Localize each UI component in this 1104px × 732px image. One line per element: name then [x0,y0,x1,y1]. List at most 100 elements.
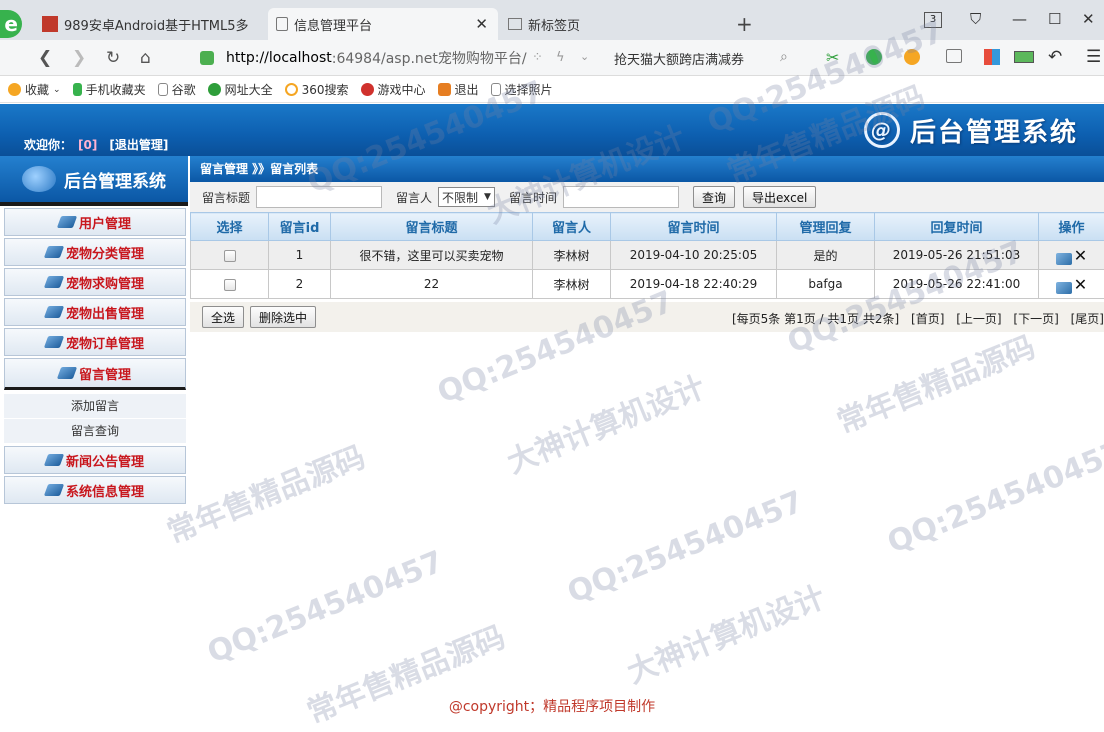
extensions-icon[interactable] [984,49,1000,65]
column-header[interactable]: 回复时间 [875,213,1039,241]
column-header: 操作 [1039,213,1104,241]
tab-android[interactable]: 989安卓Android基于HTML5多 [34,8,264,40]
back-icon[interactable]: ❮ [38,48,52,68]
select-all-button[interactable]: 全选 [202,306,244,328]
lightning-icon[interactable]: ϟ [556,50,565,65]
delete-selected-button[interactable]: 删除选中 [250,306,316,328]
page-favicon-icon [42,16,58,32]
minimize-icon[interactable]: — [1012,10,1027,28]
copyright: @copyright；精品程序项目制作 [0,696,1104,716]
system-title-banner: @ 后台管理系统 [864,108,1078,152]
undo-icon[interactable]: ↶ [1048,47,1062,67]
title-filter-input[interactable] [256,186,382,208]
system-title: 后台管理系统 [910,112,1078,149]
bookmarks-bar: 收藏⌄ 手机收藏夹 谷歌 网址大全 360搜索 游戏中心 退出 选择照片 [0,77,1104,103]
time-filter-input[interactable] [563,186,679,208]
tab-new[interactable]: 新标签页 [500,8,730,40]
bookmark-google[interactable]: 谷歌 [158,81,196,98]
grid-icon [508,18,522,30]
column-header[interactable]: 留言时间 [611,213,777,241]
sidebar-item-messages[interactable]: 留言管理 [4,358,186,390]
chevron-down-icon: ▼ [484,192,491,202]
sidebar-item-users[interactable]: 用户管理 [4,208,186,236]
sidebar-subitem-query-message[interactable]: 留言查询 [4,419,186,443]
battery-icon[interactable] [1014,51,1034,63]
bookmark-favorites[interactable]: 收藏⌄ [8,81,61,98]
menu-icon[interactable]: ☰ [1086,47,1101,67]
export-excel-button[interactable]: 导出excel [743,186,816,208]
bookmark-mobile[interactable]: 手机收藏夹 [73,81,146,98]
filter-bar: 留言标题 留言人 不限制▼ 留言时间 查询 导出excel [190,182,1104,212]
sidebar-item-pet-sale[interactable]: 宠物出售管理 [4,298,186,326]
shirt-icon[interactable]: ⛉ [970,10,981,28]
tab-count-badge[interactable]: 3 [924,12,942,28]
delete-icon[interactable]: ✕ [1074,246,1087,265]
cell-reply: bafga [777,270,875,299]
cell-reply: 是的 [777,241,875,270]
image-icon[interactable] [946,49,962,63]
table-row: 1 很不错，这里可以买卖宠物 李林树 2019-04-10 20:25:05 是… [191,241,1104,270]
pager-prev[interactable]: [上一页] [956,312,1001,326]
sidebar-item-pet-wanted[interactable]: 宠物求购管理 [4,268,186,296]
column-header[interactable]: 留言标题 [331,213,533,241]
sidebar: 后台管理系统 用户管理 宠物分类管理 宠物求购管理 宠物出售管理 宠物订单管理 … [0,156,188,722]
row-checkbox[interactable] [224,279,236,291]
author-filter-label: 留言人 [396,189,432,206]
bookmark-exit[interactable]: 退出 [438,81,479,98]
sidebar-item-pet-orders[interactable]: 宠物订单管理 [4,328,186,356]
menu-folder-icon [57,216,77,228]
browser-logo-icon: e [0,10,22,38]
delete-icon[interactable]: ✕ [1074,275,1087,294]
bookmark-360search[interactable]: 360搜索 [285,81,349,98]
pager-first[interactable]: [首页] [911,312,944,326]
maximize-icon[interactable]: ☐ [1048,10,1061,28]
chevron-down-icon[interactable]: ⌄ [580,50,589,63]
username: [0] [78,138,97,152]
column-header[interactable]: 留言id [269,213,331,241]
bookmark-games[interactable]: 游戏中心 [361,81,426,98]
pagination: [每页5条 第1页 / 共1页 共2条] [首页] [上一页] [下一页] [尾… [724,310,1104,327]
translate-icon[interactable] [866,49,882,65]
coin-icon[interactable] [904,49,920,65]
close-tab-icon[interactable]: ✕ [475,15,488,33]
watermark: 大神计算机设计 [499,362,710,481]
bookmark-hao[interactable]: 网址大全 [208,81,273,98]
forward-icon[interactable]: ❯ [72,48,86,68]
pager-last[interactable]: [尾页] [1071,312,1104,326]
close-window-icon[interactable]: ✕ [1082,10,1095,28]
column-header[interactable]: 留言人 [533,213,611,241]
bookmark-photo[interactable]: 选择照片 [491,81,553,98]
scissors-icon[interactable]: ✂ [826,48,839,67]
edit-icon[interactable] [1056,282,1072,294]
sidebar-subitem-add-message[interactable]: 添加留言 [4,394,186,418]
search-icon[interactable]: ⌕ [780,49,788,65]
sidebar-item-news[interactable]: 新闻公告管理 [4,446,186,474]
url-host: http://localhost [226,50,332,66]
pager-next[interactable]: [下一页] [1013,312,1058,326]
search-field[interactable]: 抢天猫大额跨店满减券 [614,49,744,68]
reload-icon[interactable]: ↻ [106,48,120,68]
logout-link[interactable]: [退出管理] [109,138,168,152]
home-icon[interactable]: ⌂ [140,48,151,68]
new-tab-icon[interactable]: + [736,12,753,36]
sidebar-item-pet-categories[interactable]: 宠物分类管理 [4,238,186,266]
tab-title: 新标签页 [528,15,580,34]
apps-icon[interactable]: ⁘ [532,50,543,65]
document-icon [276,17,288,31]
browser-tab-bar: e 989安卓Android基于HTML5多 信息管理平台 ✕ 新标签页 + 3… [0,0,1104,40]
column-header[interactable]: 管理回复 [777,213,875,241]
row-checkbox[interactable] [224,250,236,262]
author-filter-select[interactable]: 不限制▼ [438,187,495,207]
cell-time: 2019-04-18 22:40:29 [611,270,777,299]
menu-folder-icon [44,276,64,288]
tab-title: 信息管理平台 [294,15,372,34]
sidebar-item-system-info[interactable]: 系统信息管理 [4,476,186,504]
tab-info-platform[interactable]: 信息管理平台 ✕ [268,8,498,40]
cell-id: 2 [269,270,331,299]
star-icon [8,83,21,96]
cell-reply-time: 2019-05-26 22:41:00 [875,270,1039,299]
edit-icon[interactable] [1056,253,1072,265]
watermark: QQ:254540457 [203,544,449,670]
query-button[interactable]: 查询 [693,186,735,208]
menu-folder-icon [44,484,64,496]
